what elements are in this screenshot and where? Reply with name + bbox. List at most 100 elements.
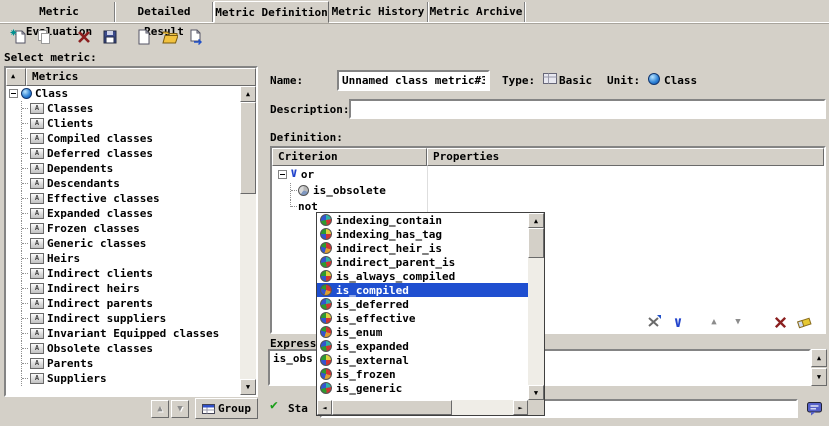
description-input[interactable]	[349, 99, 826, 119]
criterion-column-header[interactable]: Criterion	[272, 148, 427, 166]
metric-tree-item[interactable]: Effective classes	[6, 191, 240, 206]
metric-tree-item[interactable]: Deferred classes	[6, 146, 240, 161]
delete-metric-button[interactable]	[72, 26, 96, 48]
clear-criteria-button[interactable]	[793, 312, 815, 332]
metric-item-label: Effective classes	[47, 192, 160, 205]
open-archive-button[interactable]	[158, 26, 182, 48]
metric-tree-item[interactable]: Obsolete classes	[6, 341, 240, 356]
metric-tree-item[interactable]: Indirect heirs	[6, 281, 240, 296]
move-criterion-up-button[interactable]: ▲	[703, 312, 725, 332]
or-operator-button[interactable]: ∨	[667, 312, 689, 332]
criterion-icon	[320, 242, 332, 254]
properties-column-header[interactable]: Properties	[427, 148, 824, 166]
tree-line	[16, 146, 29, 161]
copy-metric-button[interactable]	[32, 26, 56, 48]
scrollbar-thumb[interactable]	[240, 102, 256, 194]
metric-tree-item[interactable]: Suppliers	[6, 371, 240, 386]
tab-metric-history[interactable]: Metric History	[329, 2, 428, 22]
metric-tree-item[interactable]: Indirect parents	[6, 296, 240, 311]
criterion-option[interactable]: is_always_compiled	[317, 269, 528, 283]
metric-name-input[interactable]	[337, 70, 490, 91]
tree-line	[285, 199, 298, 214]
criterion-option[interactable]: indirect_parent_is	[317, 255, 528, 269]
group-toggle-button[interactable]: Group	[195, 398, 258, 419]
metric-tree-item[interactable]: Descendants	[6, 176, 240, 191]
metric-tree-root[interactable]: Class	[6, 86, 240, 101]
unit-value: Class	[664, 74, 697, 88]
criterion-option[interactable]: indirect_heir_is	[317, 241, 528, 255]
criterion-option[interactable]: is_external	[317, 353, 528, 367]
criterion-option[interactable]: is_effective	[317, 311, 528, 325]
criterion-row-is-obsolete[interactable]: is_obsolete	[272, 182, 824, 198]
tab-label: Metric History	[332, 5, 425, 18]
metric-tree-item[interactable]: Clients	[6, 116, 240, 131]
scrollbar-down-button[interactable]: ▼	[528, 385, 544, 400]
tab-detailed-result[interactable]: Detailed Result	[116, 2, 213, 22]
new-metric-icon	[10, 29, 26, 45]
criterion-option[interactable]: is_expanded	[317, 339, 528, 353]
unit-label: Unit:	[607, 74, 640, 88]
metric-tree-item[interactable]: Frozen classes	[6, 221, 240, 236]
scrollbar-thumb[interactable]	[332, 400, 452, 415]
metric-item-label: Parents	[47, 357, 93, 370]
tree-line	[16, 266, 29, 281]
tab-metric-definition[interactable]: Metric Definition	[214, 1, 329, 23]
tab-metric-archive[interactable]: Metric Archive	[428, 2, 525, 22]
tab-metric-evaluation[interactable]: Metric Evaluation	[4, 2, 115, 22]
move-metric-up-button[interactable]: ▲	[151, 400, 169, 418]
move-metric-down-button[interactable]: ▼	[171, 400, 189, 418]
criterion-row-or[interactable]: ∨ or	[272, 166, 824, 182]
delete-criterion-button[interactable]	[769, 312, 791, 332]
metric-tree-item[interactable]: Generic classes	[6, 236, 240, 251]
export-archive-button[interactable]	[184, 26, 208, 48]
metric-tree-item[interactable]: Indirect clients	[6, 266, 240, 281]
metric-tree-item[interactable]: Parents	[6, 356, 240, 371]
metric-icon	[30, 193, 44, 204]
new-metric-button[interactable]	[6, 26, 30, 48]
tree-line	[16, 131, 29, 146]
criterion-icon	[320, 270, 332, 282]
criterion-icon	[320, 298, 332, 310]
comment-button[interactable]	[803, 398, 825, 419]
metric-icon	[30, 268, 44, 279]
metric-tree-item[interactable]: Dependents	[6, 161, 240, 176]
criterion-option-selected[interactable]: is_compiled	[317, 283, 528, 297]
metric-tree-item[interactable]: Expanded classes	[6, 206, 240, 221]
metric-tree-item[interactable]: Indirect suppliers	[6, 311, 240, 326]
criterion-option[interactable]: is_generic	[317, 381, 528, 395]
metrics-column-header[interactable]: Metrics	[26, 68, 256, 86]
metric-item-label: Deferred classes	[47, 147, 153, 160]
scrollbar-up-button[interactable]: ▲	[528, 213, 544, 228]
scrollbar-thumb[interactable]	[528, 228, 544, 258]
metric-tree-item[interactable]: Invariant Equipped classes	[6, 326, 240, 341]
sort-ascending-icon[interactable]: ▲	[6, 68, 26, 86]
collapse-icon[interactable]	[9, 89, 18, 98]
metric-item-label: Indirect parents	[47, 297, 153, 310]
new-file-button[interactable]	[132, 26, 156, 48]
metric-icon	[30, 253, 44, 264]
criterion-option[interactable]: indexing_has_tag	[317, 227, 528, 241]
metric-item-label: Expanded classes	[47, 207, 153, 220]
swap-operator-button[interactable]	[643, 312, 665, 332]
swap-operator-icon	[646, 314, 662, 330]
save-metric-button[interactable]	[98, 26, 122, 48]
criterion-option[interactable]: is_deferred	[317, 297, 528, 311]
scrollbar-left-button[interactable]: ◄	[317, 400, 332, 415]
collapse-icon[interactable]	[278, 170, 287, 179]
criterion-option[interactable]: is_enum	[317, 325, 528, 339]
scrollbar-down-button[interactable]: ▼	[240, 379, 256, 395]
tree-line	[16, 161, 29, 176]
scroll-down-button[interactable]: ▼	[811, 368, 827, 386]
metric-icon	[30, 328, 44, 339]
move-criterion-down-button[interactable]: ▼	[727, 312, 749, 332]
metric-tree-item[interactable]: Compiled classes	[6, 131, 240, 146]
metric-tree-item[interactable]: Heirs	[6, 251, 240, 266]
scroll-up-button[interactable]: ▲	[811, 349, 827, 367]
criterion-option[interactable]: is_frozen	[317, 367, 528, 381]
scrollbar-up-button[interactable]: ▲	[240, 86, 256, 102]
name-label: Name:	[270, 74, 303, 88]
scrollbar-right-button[interactable]: ►	[513, 400, 528, 415]
copy-icon	[36, 29, 52, 45]
criterion-option[interactable]: indexing_contain	[317, 213, 528, 227]
metric-tree-item[interactable]: Classes	[6, 101, 240, 116]
